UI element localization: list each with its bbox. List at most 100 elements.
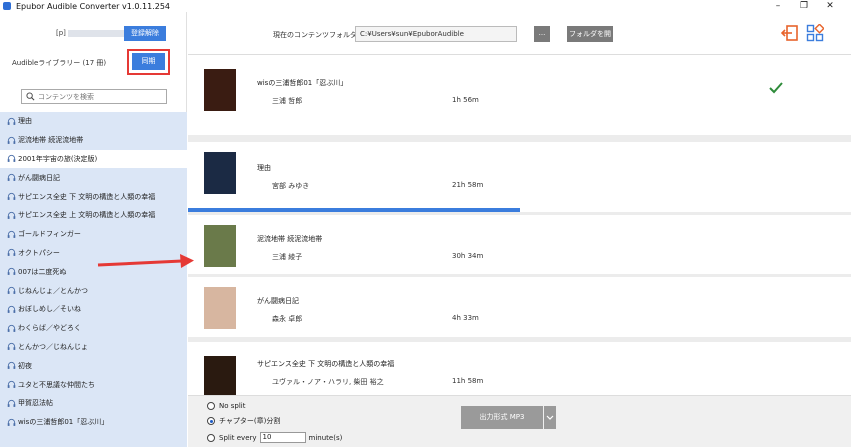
option-no-split-label: No split: [219, 402, 246, 410]
headphones-icon: [7, 381, 16, 388]
book-card[interactable]: wisの三浦哲郎01「忍ぶ川」 三浦 哲郎 1h 56m: [188, 55, 851, 135]
sidebar-book-item[interactable]: おぼしめし／そいね: [0, 300, 187, 319]
sidebar-book-item[interactable]: 泥流地帯 続泥流地帯: [0, 131, 187, 150]
chevron-down-icon: [546, 415, 554, 420]
book-card-title: 理由: [257, 164, 271, 172]
sidebar-book-title: サピエンス全史 下 文明の構造と人類の幸福: [18, 192, 156, 201]
book-card-duration: 11h 58m: [452, 377, 484, 385]
sidebar-book-item[interactable]: がん闘病日記: [0, 168, 187, 187]
headphones-icon: [7, 117, 16, 125]
sidebar-book-item[interactable]: 2001年宇宙の旅(決定版): [0, 149, 187, 169]
sidebar-book-title: サピエンス全史 上 文明の構造と人類の幸福: [18, 211, 156, 220]
book-card-author: 三浦 綾子: [272, 253, 303, 261]
headphones-icon: [7, 287, 16, 294]
book-card-author: 森永 卓郎: [272, 315, 303, 323]
sidebar-book-item[interactable]: wisの三浦哲郎01「忍ぶ川」: [0, 413, 187, 432]
search-icon: [26, 92, 35, 101]
book-card-duration: 30h 34m: [452, 252, 484, 260]
apps-icon[interactable]: [806, 24, 824, 42]
footer-panel: No split チャプター(章)分割 Split every 10 minut…: [188, 395, 851, 447]
output-folder-label: 現在のコンテンツフォルダ:: [273, 31, 360, 39]
split-unit-label: minute(s): [308, 433, 343, 442]
option-no-split[interactable]: No split: [207, 402, 245, 410]
radio-chapter-split[interactable]: [207, 417, 215, 425]
browse-folder-button[interactable]: ...: [534, 26, 550, 42]
option-split-every-label: Split every: [219, 433, 257, 442]
headphones-icon: [7, 362, 16, 370]
headphones-icon: [7, 305, 16, 313]
output-folder-path[interactable]: C:¥Users¥sun¥EpuborAudible: [355, 26, 517, 42]
book-cover: [204, 69, 236, 111]
headphones-icon: [7, 174, 16, 182]
search-box[interactable]: [21, 89, 167, 104]
book-cover: [204, 356, 236, 395]
sidebar-book-item[interactable]: 甲賀忍法帖: [0, 394, 187, 413]
close-button[interactable]: ✕: [817, 0, 843, 12]
sidebar-book-title: wisの三浦哲郎01「忍ぶ川」: [18, 418, 109, 427]
sidebar-book-item[interactable]: サピエンス全史 上 文明の構造と人類の幸福: [0, 206, 187, 225]
sidebar-book-title: じねんじょ／とんかつ: [18, 286, 88, 295]
sidebar-book-title: 甲賀忍法帖: [18, 399, 53, 408]
output-format-dropdown[interactable]: [544, 406, 556, 429]
headphones-icon: [7, 418, 16, 426]
book-card[interactable]: がん闘病日記森永 卓郎 4h 33m: [188, 277, 851, 337]
account-row: [p] 登録解除: [0, 24, 187, 44]
option-chapter-split[interactable]: チャプター(章)分割: [207, 416, 280, 426]
sidebar-book-item[interactable]: じねんじょ／とんかつ: [0, 281, 187, 300]
book-card[interactable]: サピエンス全史 下 文明の構造と人類の幸福 ユヴァル・ノア・ハラリ, 柴田 裕之 1…: [188, 342, 851, 395]
sidebar-book-item[interactable]: ユタと不思議な仲間たち: [0, 375, 187, 394]
logout-button[interactable]: 登録解除: [124, 26, 166, 41]
minimize-button[interactable]: –: [765, 0, 791, 12]
account-email-redacted: [67, 29, 124, 37]
radio-split-every[interactable]: [207, 433, 215, 442]
headphones-icon: [7, 249, 16, 257]
window-title: Epubor Audible Converter v1.0.11.254: [16, 1, 170, 11]
output-format-button[interactable]: 出力形式 MP3: [461, 406, 543, 429]
sidebar-book-item[interactable]: とんかつ／じねんじょ: [0, 338, 187, 357]
sync-button[interactable]: 同期: [132, 53, 165, 70]
headphones-icon: [7, 155, 16, 163]
sidebar-book-item[interactable]: 理由: [0, 112, 187, 131]
book-card-duration: 21h 58m: [452, 181, 484, 189]
option-split-every[interactable]: Split every 10 minute(s): [207, 432, 342, 443]
title-bar: Epubor Audible Converter v1.0.11.254 – ❐…: [0, 0, 851, 12]
sidebar-book-title: オクトパシー: [18, 248, 60, 257]
book-card[interactable]: 理由宮部 みゆき 21h 58m: [188, 142, 851, 212]
search-input[interactable]: [38, 92, 158, 101]
sidebar-book-item[interactable]: ゴールドフィンガー: [0, 225, 187, 244]
book-card-title: サピエンス全史 下 文明の構造と人類の幸福: [257, 360, 395, 368]
sidebar-book-title: わくらば／やどろく: [18, 324, 81, 333]
open-folder-button[interactable]: フォルダを開: [567, 26, 613, 42]
library-count-label: Audibleライブラリー (17 冊): [12, 59, 107, 67]
headphones-icon: [7, 324, 16, 332]
book-card-author: 三浦 哲郎: [272, 97, 303, 105]
book-card-author: ユヴァル・ノア・ハラリ, 柴田 裕之: [272, 378, 384, 386]
conversion-progress-bar: [188, 208, 520, 212]
book-card-duration: 4h 33m: [452, 314, 479, 322]
book-cover: [204, 287, 236, 329]
sidebar-book-item[interactable]: 初夜: [0, 356, 187, 375]
book-card-duration: 1h 56m: [452, 96, 479, 104]
maximize-button[interactable]: ❐: [791, 0, 817, 12]
sidebar-book-title: がん闘病日記: [18, 173, 60, 182]
sidebar-book-title: 2001年宇宙の旅(決定版): [18, 154, 98, 163]
radio-no-split[interactable]: [207, 402, 215, 410]
checkmark-icon: [769, 82, 783, 94]
split-minutes-input[interactable]: 10: [259, 432, 306, 443]
sidebar-book-item[interactable]: わくらば／やどろく: [0, 319, 187, 338]
sidebar-book-title: ユタと不思議な仲間たち: [18, 380, 95, 389]
book-card-title: がん闘病日記: [257, 297, 299, 305]
headphones-icon: [7, 268, 16, 276]
sidebar-book-title: おぼしめし／そいね: [18, 305, 81, 314]
sidebar-book-item[interactable]: サピエンス全史 下 文明の構造と人類の幸福: [0, 187, 187, 206]
book-cover: [204, 225, 236, 267]
book-card-author: 宮部 みゆき: [272, 182, 310, 190]
sidebar: [p] 登録解除 Audibleライブラリー (17 冊) 同期 理由泥流地帯 …: [0, 12, 187, 447]
exit-icon[interactable]: [781, 24, 799, 42]
headphones-icon: [7, 211, 16, 219]
sidebar-book-title: 泥流地帯 続泥流地帯: [18, 136, 84, 145]
book-cards-area: wisの三浦哲郎01「忍ぶ川」 三浦 哲郎 1h 56m 理由 宮部 みゆき 21h 58…: [188, 55, 851, 395]
headphones-icon: [7, 193, 16, 200]
book-card[interactable]: 泥流地帯 続泥流地帯 三浦 綾子 30h 34m: [188, 215, 851, 274]
toolbar: 現在のコンテンツフォルダ: C:¥Users¥sun¥EpuborAudible…: [188, 12, 851, 55]
